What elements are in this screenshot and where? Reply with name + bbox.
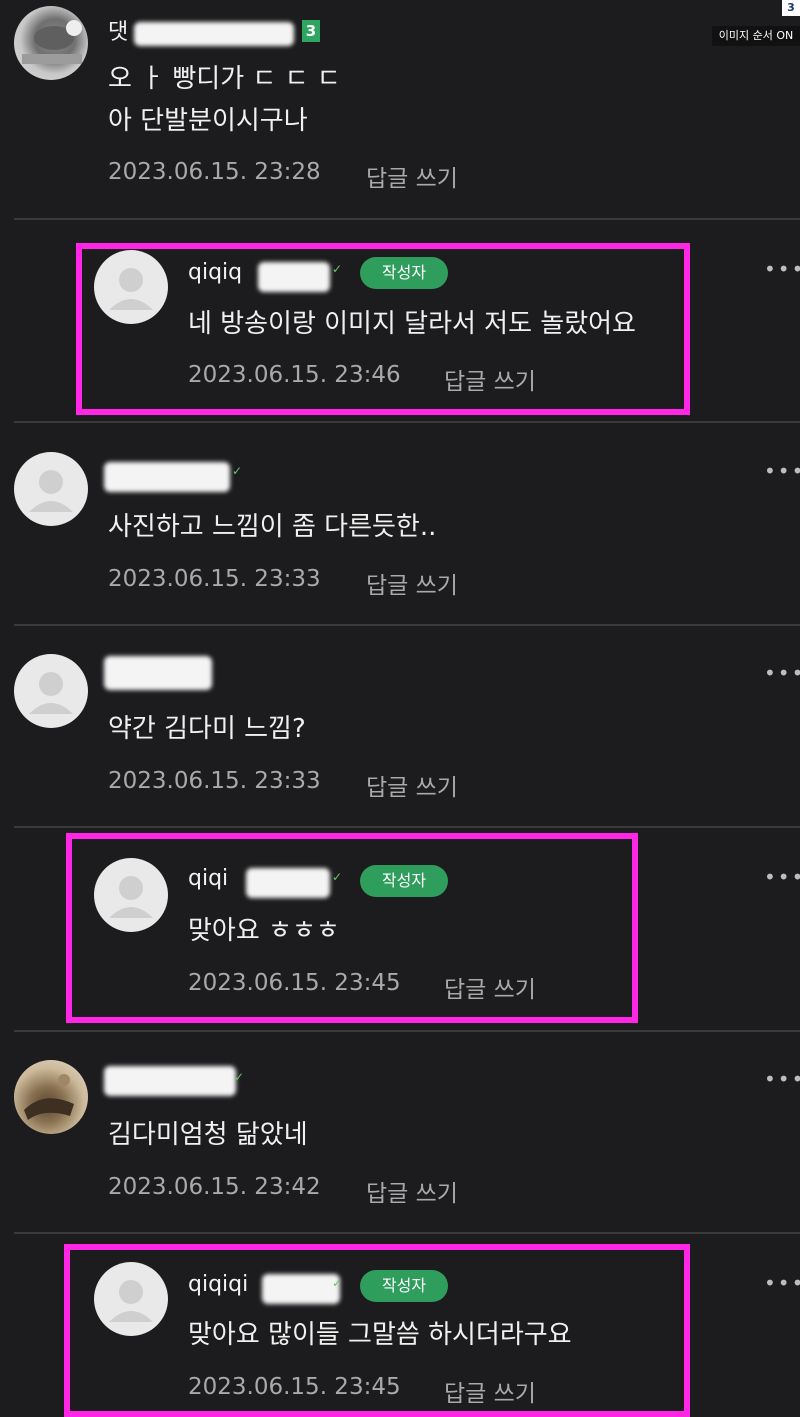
user-silhouette-icon[interactable] <box>14 452 88 526</box>
divider <box>14 421 800 423</box>
redacted-nickname <box>104 656 212 690</box>
reply-button[interactable]: 답글 쓰기 <box>366 768 458 802</box>
reply-button[interactable]: 답글 쓰기 <box>366 1174 458 1208</box>
more-dots-icon[interactable]: ••• <box>764 663 800 683</box>
nickname[interactable]: qiqi <box>188 866 228 891</box>
user-silhouette-icon[interactable] <box>14 654 88 728</box>
reply-button[interactable]: 답글 쓰기 <box>444 970 536 1004</box>
image-order-toggle[interactable]: 이미지 순서 ON <box>712 26 800 46</box>
nickname[interactable]: qiqiqi <box>188 1272 248 1297</box>
author-tag: 작성자 <box>360 865 448 897</box>
author-tag: 작성자 <box>360 1270 448 1302</box>
nickname[interactable]: 댓 <box>108 14 128 46</box>
comment-text-line: 아 단발분이시구나 <box>108 106 308 136</box>
divider <box>14 218 800 220</box>
divider <box>14 624 800 626</box>
redacted-nickname <box>104 462 230 492</box>
nickname[interactable]: qiqiq <box>188 260 242 285</box>
redacted-nickname <box>104 1066 236 1096</box>
comment-text-line: 맞아요 ㅎㅎㅎ <box>188 916 340 946</box>
check-icon: ✓ <box>234 1070 245 1084</box>
avatar[interactable] <box>14 1060 88 1134</box>
more-dots-icon[interactable]: ••• <box>764 1069 800 1089</box>
reply-button[interactable]: 답글 쓰기 <box>444 1374 536 1408</box>
page-index-badge: 3 <box>782 0 800 16</box>
comment-text-line: 사진하고 느낌이 좀 다른듯한.. <box>108 512 437 542</box>
divider <box>14 826 800 828</box>
redacted-nickname <box>134 22 294 46</box>
comment-text-line: 맞아요 많이들 그말씀 하시더라구요 <box>188 1320 572 1350</box>
user-silhouette-icon[interactable] <box>94 1262 168 1336</box>
redacted-nickname <box>246 868 330 898</box>
check-icon: ✓ <box>332 870 343 884</box>
comment-date: 2023.06.15. 23:33 <box>108 768 321 794</box>
user-silhouette-icon[interactable] <box>94 858 168 932</box>
comment-text-line: 약간 김다미 느낌? <box>108 714 306 744</box>
comment-date: 2023.06.15. 23:45 <box>188 1374 401 1400</box>
more-dots-icon[interactable]: ••• <box>764 259 800 279</box>
comment-date: 2023.06.15. 23:28 <box>108 159 321 185</box>
more-dots-icon[interactable]: ••• <box>764 867 800 887</box>
comment-date: 2023.06.15. 23:42 <box>108 1174 321 1200</box>
comment-date: 2023.06.15. 23:46 <box>188 362 401 388</box>
comment-text-line: 네 방송이랑 이미지 달라서 저도 놀랐어요 <box>188 309 636 339</box>
more-dots-icon[interactable]: ••• <box>764 1273 800 1293</box>
more-dots-icon[interactable]: ••• <box>764 461 800 481</box>
check-icon: ✓ <box>232 464 243 478</box>
comment-date: 2023.06.15. 23:45 <box>188 970 401 996</box>
divider <box>14 1232 800 1234</box>
reply-button[interactable]: 답글 쓰기 <box>444 362 536 396</box>
comment-text-line: 김다미엄청 닮았네 <box>108 1120 308 1150</box>
comment-text-line: 오 ㅏ 빵디가 ㄷ ㄷ ㄷ <box>108 64 341 94</box>
reply-button[interactable]: 답글 쓰기 <box>366 566 458 600</box>
comment-date: 2023.06.15. 23:33 <box>108 566 321 592</box>
user-silhouette-icon[interactable] <box>94 250 168 324</box>
avatar[interactable] <box>14 6 88 80</box>
level-badge: 3 <box>302 20 320 42</box>
check-icon: ✓ <box>332 1276 343 1290</box>
redacted-nickname <box>262 1274 340 1304</box>
reply-button[interactable]: 답글 쓰기 <box>366 159 458 193</box>
redacted-nickname <box>258 262 330 292</box>
check-icon: ✓ <box>332 262 343 276</box>
divider <box>14 1030 800 1032</box>
author-tag: 작성자 <box>360 257 448 289</box>
